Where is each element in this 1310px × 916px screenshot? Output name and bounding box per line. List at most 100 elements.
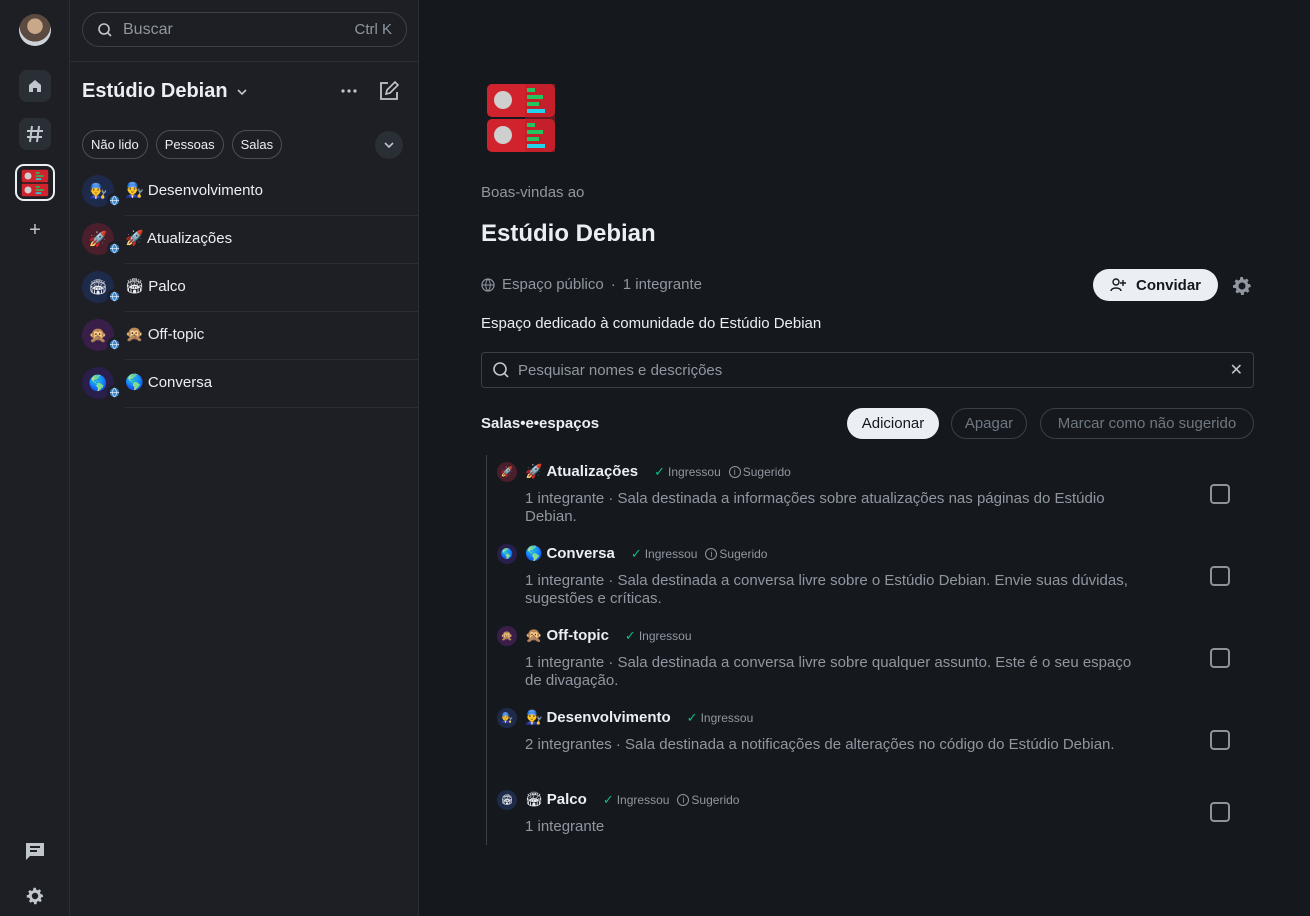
room-avatar: 🌎 <box>497 544 517 564</box>
room-item-off-topic[interactable]: 🙊 🙊 Off-topic <box>70 312 419 360</box>
plus-icon: + <box>29 218 41 241</box>
member-count[interactable]: 1 integrante <box>623 276 702 293</box>
entry-title: 🌎 Conversa ✓ Ingressou i Sugerido <box>525 545 768 562</box>
settings-button[interactable] <box>23 884 47 908</box>
public-globe-icon <box>107 193 122 208</box>
more-options-button[interactable] <box>338 80 360 102</box>
user-avatar[interactable] <box>19 14 51 46</box>
page-title: Estúdio Debian <box>481 220 656 247</box>
public-globe-icon <box>107 289 122 304</box>
threads-button[interactable] <box>23 840 47 864</box>
space-meta: Espaço público · 1 integrante <box>481 276 702 293</box>
room-name: 🚀 Atualizações <box>125 230 233 247</box>
settings-icon <box>1233 277 1251 295</box>
room-entry-atualizacoes[interactable]: 🚀 🚀 Atualizações ✓ Ingressou i Sugerido 1 i… <box>497 456 1257 538</box>
select-checkbox[interactable] <box>1210 566 1230 586</box>
room-item-desenvolvimento[interactable]: 👨‍🔧 👨‍🔧 Desenvolvimento <box>70 168 419 216</box>
room-entry-off-topic[interactable]: 🙊 🙊 Off-topic ✓ Ingressou 1 integrante · S… <box>497 620 1257 702</box>
entry-description: 2 integrantes · Sala destinada a notific… <box>525 736 1115 753</box>
room-list-title: Estúdio Debian <box>82 80 228 102</box>
public-globe-icon <box>107 337 122 352</box>
suggested-badge: i Sugerido <box>705 547 767 561</box>
info-icon: i <box>728 465 741 478</box>
space-button-estudio-debian[interactable] <box>15 164 55 201</box>
suggested-badge: i Sugerido <box>677 793 739 807</box>
section-title: Salas•e•espaços <box>481 415 600 432</box>
entry-title: 🚀 Atualizações ✓ Ingressou i Sugerido <box>525 463 791 480</box>
room-entry-palco[interactable]: 🏟 🏟 Palco ✓ Ingressou i Sugerido 1 integran… <box>497 784 1257 848</box>
select-checkbox[interactable] <box>1210 648 1230 668</box>
room-name: Desenvolvimento <box>546 709 671 726</box>
home-button[interactable] <box>19 70 51 102</box>
space-description: Espaço dedicado à comunidade do Estúdio … <box>481 315 822 332</box>
filter-chips: Não lido Pessoas Salas <box>82 130 283 159</box>
add-space-button[interactable]: + <box>25 218 45 241</box>
entry-title: 🏟 Palco ✓ Ingressou i Sugerido <box>525 791 740 808</box>
compose-icon <box>380 80 400 100</box>
room-avatar: 👨‍🔧 <box>497 708 517 728</box>
search-placeholder: Buscar <box>123 20 173 38</box>
filters-expand-button[interactable] <box>375 131 403 159</box>
room-avatar: 🏟 <box>497 790 517 810</box>
home-icon <box>29 80 41 92</box>
room-entry-conversa[interactable]: 🌎 🌎 Conversa ✓ Ingressou i Sugerido 1 integ… <box>497 538 1257 620</box>
space-menu-button[interactable]: Estúdio Debian <box>82 80 248 103</box>
joined-badge: ✓ Ingressou <box>654 463 721 479</box>
entry-description: 1 integrante · Sala destinada a conversa… <box>525 654 1132 689</box>
space-avatar-icon <box>21 169 49 196</box>
visibility-label: Espaço público <box>502 276 604 293</box>
space-avatar-icon <box>487 84 555 152</box>
room-avatar: 🙊 <box>497 626 517 646</box>
joined-badge: ✓ Ingressou <box>630 545 698 561</box>
settings-icon <box>26 887 44 905</box>
search-box[interactable]: Buscar Ctrl K <box>82 12 407 47</box>
room-entry-desenvolvimento[interactable]: 👨‍🔧 👨‍🔧 Desenvolvimento ✓ Ingressou 2 inte… <box>497 702 1257 784</box>
entry-title: 🙊 Off-topic ✓ Ingressou <box>525 627 692 644</box>
entry-description: 1 integrante <box>525 818 605 835</box>
info-icon: i <box>705 547 718 560</box>
invite-button[interactable]: Convidar <box>1093 269 1218 301</box>
space-settings-button[interactable] <box>1230 274 1254 298</box>
search-icon <box>493 362 509 378</box>
info-icon: i <box>677 793 690 806</box>
filter-unread[interactable]: Não lido <box>82 130 148 159</box>
more-icon <box>341 89 357 93</box>
space-bar: + <box>0 0 70 916</box>
room-name: Off-topic <box>546 627 609 644</box>
suggested-badge: i Sugerido <box>728 465 791 479</box>
select-checkbox[interactable] <box>1210 484 1230 504</box>
room-name: Conversa <box>546 545 615 562</box>
room-item-conversa[interactable]: 🌎 🌎 Conversa <box>70 360 419 408</box>
add-user-icon <box>1110 278 1126 292</box>
check-icon: ✓ <box>686 709 698 725</box>
public-globe-icon <box>107 241 122 256</box>
add-button[interactable]: Adicionar <box>847 408 939 439</box>
room-name: 🏟 Palco <box>125 278 186 295</box>
check-icon: ✓ <box>654 463 666 479</box>
compose-button[interactable] <box>378 80 402 104</box>
room-filter-input[interactable]: Pesquisar nomes e descrições ✕ <box>481 352 1254 388</box>
room-name: 👨‍🔧 Desenvolvimento <box>125 182 263 199</box>
room-name: Atualizações <box>546 463 639 480</box>
public-globe-icon <box>107 385 122 400</box>
joined-badge: ✓ Ingressou <box>602 791 670 807</box>
entry-description: 1 integrante · Sala destinada a informaç… <box>525 490 1105 525</box>
search-shortcut: Ctrl K <box>354 21 393 38</box>
filter-rooms[interactable]: Salas <box>231 130 283 159</box>
welcome-text: Boas-vindas ao <box>481 184 585 201</box>
delete-button[interactable]: Apagar <box>951 408 1027 439</box>
mark-not-suggested-button[interactable]: Marcar como não sugerido <box>1040 408 1254 439</box>
clear-icon[interactable]: ✕ <box>1230 360 1243 380</box>
meta-separator: · <box>610 276 616 293</box>
divider <box>70 61 419 62</box>
check-icon: ✓ <box>624 627 636 643</box>
room-item-palco[interactable]: 🏟 🏟 Palco <box>70 264 419 312</box>
rooms-button[interactable] <box>19 118 51 150</box>
room-item-atualizacoes[interactable]: 🚀 🚀 Atualizações <box>70 216 419 264</box>
select-checkbox[interactable] <box>1210 730 1230 750</box>
filter-people[interactable]: Pessoas <box>155 130 224 159</box>
select-checkbox[interactable] <box>1210 802 1230 822</box>
check-icon: ✓ <box>602 791 614 807</box>
check-icon: ✓ <box>630 545 642 561</box>
hash-icon <box>27 125 43 143</box>
